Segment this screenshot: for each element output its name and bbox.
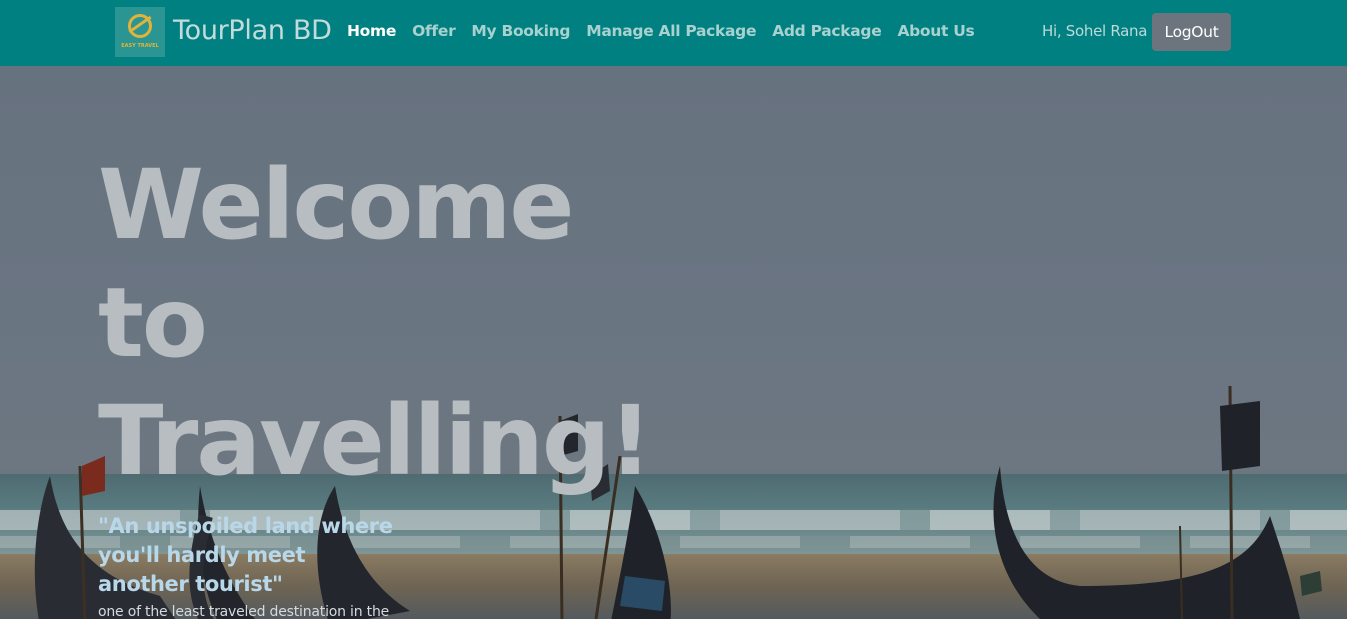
hero-title-line-3: Travelling! xyxy=(98,385,652,497)
hero-subtext: one of the least traveled destination in… xyxy=(98,604,390,619)
nav-my-booking-link[interactable]: My Booking xyxy=(471,22,570,40)
nav-links: Home Offer My Booking Manage All Package… xyxy=(347,22,975,40)
logo-ring-icon xyxy=(128,14,152,38)
hero-quote: "An unspoiled land where you'll hardly m… xyxy=(98,514,393,596)
user-greeting: Hi, Sohel Rana xyxy=(1042,22,1148,40)
hero-title-line-1: Welcome xyxy=(98,149,574,261)
hero-title: Welcome to Travelling! xyxy=(98,146,652,500)
logo-text: EASY TRAVEL xyxy=(121,43,159,49)
hero-banner: Welcome to Travelling! "An unspoiled lan… xyxy=(0,66,1347,619)
brand-name[interactable]: TourPlan BD xyxy=(173,15,332,46)
logout-button[interactable]: LogOut xyxy=(1152,13,1231,51)
nav-manage-all-package-link[interactable]: Manage All Package xyxy=(586,22,756,40)
brand-logo-icon[interactable]: EASY TRAVEL xyxy=(115,7,165,57)
nav-add-package-link[interactable]: Add Package xyxy=(772,22,882,40)
navbar: EASY TRAVEL TourPlan BD Home Offer My Bo… xyxy=(0,0,1347,66)
nav-offer-link[interactable]: Offer xyxy=(412,22,456,40)
nav-about-us-link[interactable]: About Us xyxy=(897,22,974,40)
hero-title-line-2: to xyxy=(98,267,208,379)
boat-right-image xyxy=(993,385,1322,619)
nav-home-link[interactable]: Home xyxy=(347,22,396,40)
